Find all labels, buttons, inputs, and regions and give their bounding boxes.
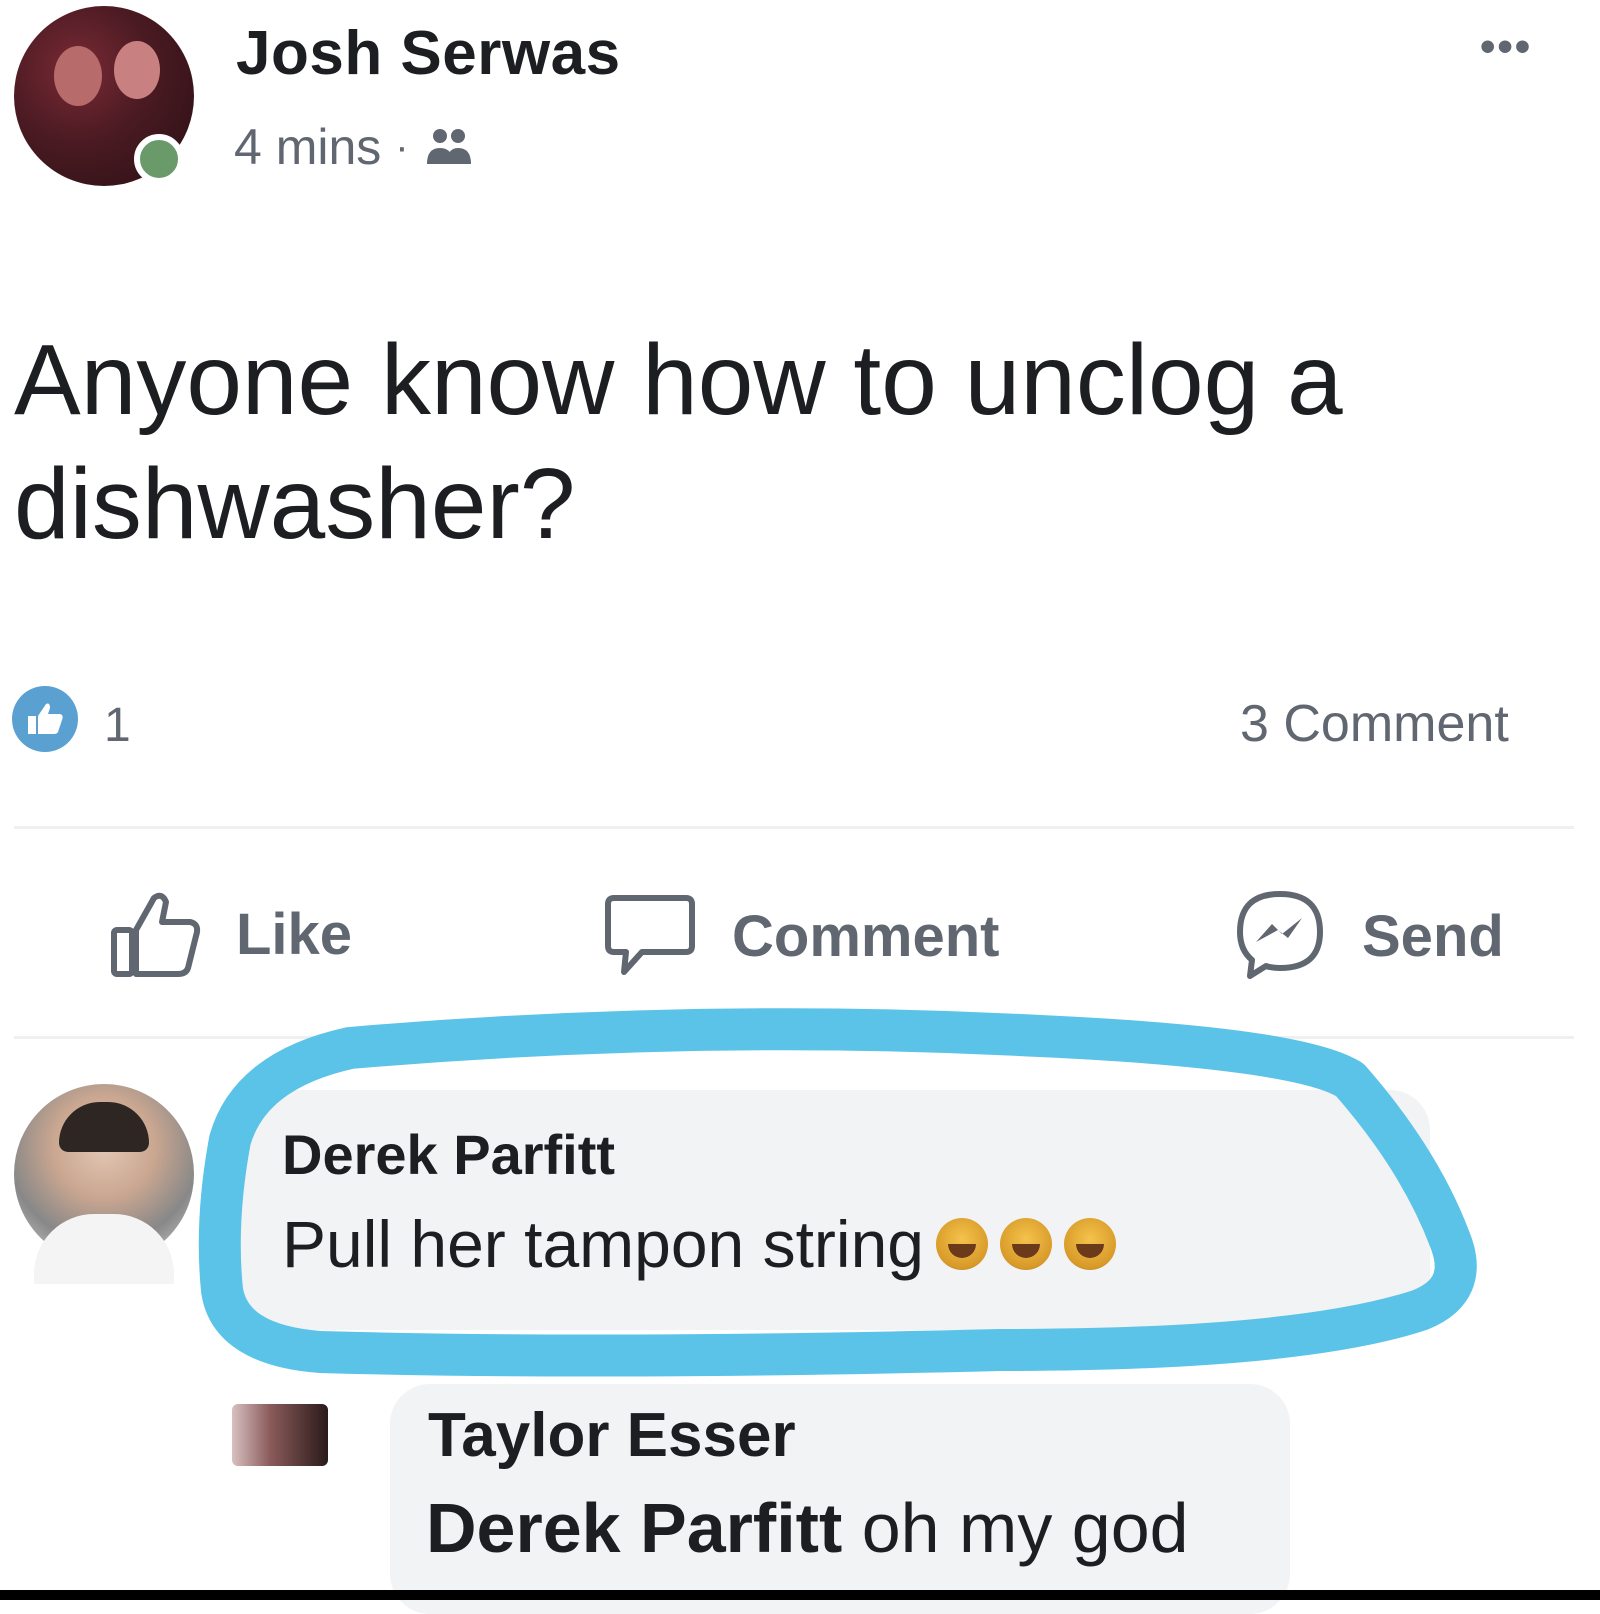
messenger-icon: [1237, 891, 1323, 979]
comment-bubble-icon: [605, 895, 695, 975]
send-label: Send: [1362, 903, 1504, 969]
comment-body: oh my god: [842, 1489, 1189, 1567]
comment-button[interactable]: Comment: [602, 888, 999, 984]
post-text: Anyone know how to unclog a dishwasher?: [14, 324, 1343, 560]
online-status-indicator: [134, 134, 184, 184]
laughing-emoji-icon: [1000, 1218, 1052, 1270]
post-meta: 4 mins ·: [234, 118, 475, 176]
like-label: Like: [236, 901, 353, 967]
comment-count[interactable]: 3 Comment: [1240, 694, 1509, 754]
comment-label: Comment: [732, 903, 1000, 969]
laughing-emoji-icon: [1064, 1218, 1116, 1270]
thumbs-up-icon: [111, 892, 201, 977]
comment-body: Pull her tampon string: [282, 1207, 924, 1281]
like-reaction-icon[interactable]: [12, 686, 78, 752]
send-button[interactable]: Send: [1232, 888, 1504, 984]
post-timestamp[interactable]: 4 mins: [234, 118, 381, 176]
comment-text: Derek Parfitt oh my god: [426, 1488, 1189, 1568]
highlight-annotation: [198, 1008, 1477, 1377]
friends-audience-icon[interactable]: [423, 124, 475, 170]
bottom-border: [0, 1590, 1600, 1600]
meta-separator: ·: [395, 125, 409, 169]
divider: [14, 1036, 1574, 1039]
mention-link[interactable]: Derek Parfitt: [426, 1489, 842, 1567]
laughing-emoji-icon: [936, 1218, 988, 1270]
comment-author-name[interactable]: Derek Parfitt: [282, 1122, 615, 1187]
post-author-name[interactable]: Josh Serwas: [236, 18, 621, 89]
comment-author-name[interactable]: Taylor Esser: [428, 1400, 796, 1471]
commenter-avatar[interactable]: [14, 1084, 194, 1284]
commenter-avatar[interactable]: [232, 1404, 328, 1466]
like-button[interactable]: Like: [110, 888, 352, 980]
divider: [14, 826, 1574, 829]
comment-text: Pull her tampon string: [282, 1206, 1116, 1282]
more-options-icon[interactable]: •••: [1480, 22, 1532, 72]
reaction-count[interactable]: 1: [104, 698, 131, 753]
